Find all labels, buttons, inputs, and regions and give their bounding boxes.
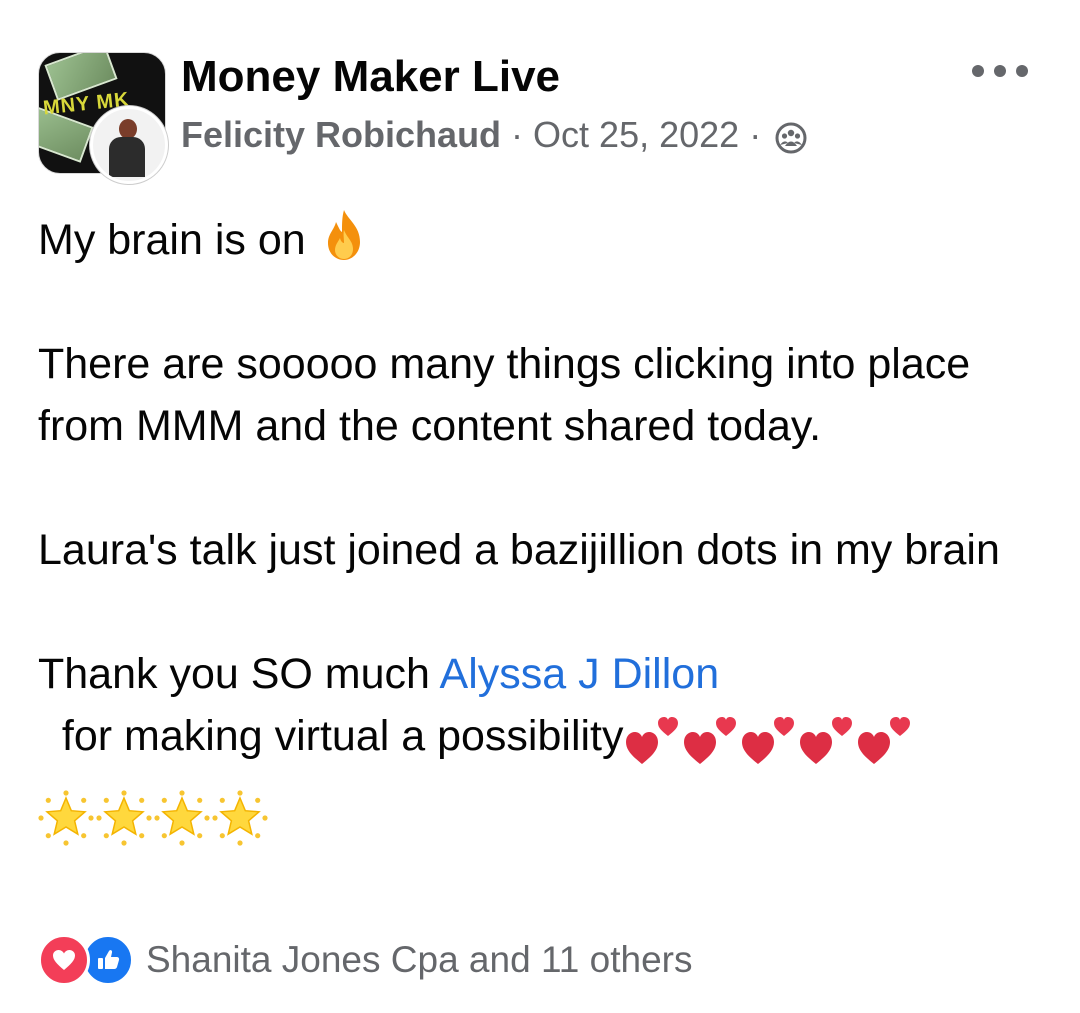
heart-icon xyxy=(799,717,852,764)
author-avatar[interactable] xyxy=(90,106,168,184)
post-paragraph: Laura's talk just joined a bazijillion d… xyxy=(38,526,1000,574)
star-emojis xyxy=(38,788,274,865)
reactions-bar[interactable]: Shanita Jones Cpa and 11 others xyxy=(38,934,692,986)
star-icon xyxy=(212,790,268,846)
post-paragraph: There are sooooo many things clicking in… xyxy=(38,340,971,450)
heart-icon xyxy=(857,717,910,764)
author-name[interactable]: Felicity Robichaud xyxy=(181,114,501,156)
heart-icon xyxy=(741,717,794,764)
meta-separator: · xyxy=(749,114,762,155)
star-icon xyxy=(38,790,94,846)
post-line: My brain is on xyxy=(38,208,1048,271)
love-reaction-icon xyxy=(38,934,90,986)
reactions-summary[interactable]: Shanita Jones Cpa and 11 others xyxy=(146,939,692,981)
star-icon xyxy=(96,790,152,846)
post-paragraph: Thank you SO much Alyssa J Dillon for ma… xyxy=(38,643,1048,865)
post-body: My brain is on There are sooooo many thi… xyxy=(38,208,1048,865)
heart-emojis xyxy=(624,708,924,785)
group-members-icon xyxy=(775,121,807,154)
heart-icon xyxy=(625,717,678,764)
heart-icon xyxy=(683,717,736,764)
star-icon xyxy=(154,790,210,846)
mention-link[interactable]: Alyssa J Dillon xyxy=(440,650,720,698)
group-avatar[interactable]: MNY MK xyxy=(38,52,168,184)
post-meta: Felicity Robichaud · Oct 25, 2022 · xyxy=(181,114,807,156)
meta-separator: · xyxy=(511,114,524,155)
facebook-post: MNY MK Money Maker Live Felicity Robicha… xyxy=(0,0,1080,1013)
group-name[interactable]: Money Maker Live xyxy=(181,52,560,102)
fire-icon xyxy=(322,208,366,262)
more-options-icon[interactable] xyxy=(972,56,1028,86)
post-date[interactable]: Oct 25, 2022 xyxy=(533,114,739,156)
